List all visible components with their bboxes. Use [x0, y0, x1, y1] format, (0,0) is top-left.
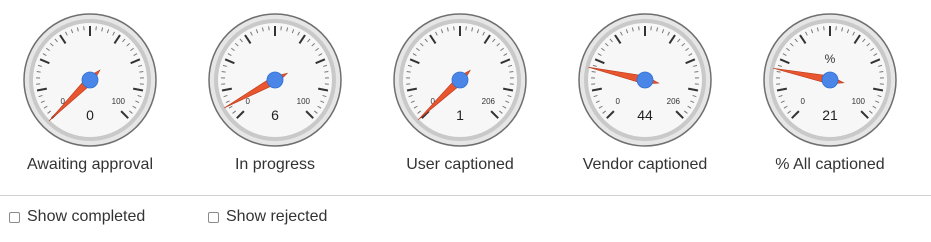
show-rejected-label: Show rejected	[226, 208, 328, 225]
checkbox-box[interactable]	[208, 211, 219, 223]
gauge-label: Vendor captioned	[582, 156, 708, 173]
minor-tick	[879, 71, 884, 73]
gauge-all-captioned: 0 100% 21 % All captioned	[750, 12, 910, 192]
gauge-user-captioned: 0 206 1 User captioned	[380, 12, 540, 192]
gauge-vendor-captioned: 0 206 44 Vendor captioned	[565, 12, 725, 192]
gauge-dial: 0 1000	[23, 13, 157, 147]
gauge-label: In progress	[234, 156, 316, 173]
gauge-label: User captioned	[406, 156, 514, 173]
gauge-hub	[266, 71, 284, 89]
gauge-label: Awaiting approval	[26, 156, 153, 173]
gauge-min-label: 0	[800, 97, 805, 106]
gauge-dial: 0 2061	[393, 13, 527, 147]
gauge-max-label: 100	[112, 97, 126, 106]
gauge-awaiting-approval: 0 100 0 Awaiting approval	[10, 12, 170, 192]
gauge-hub	[821, 71, 839, 89]
minor-tick	[36, 71, 41, 73]
gauge-hub	[636, 71, 654, 89]
gauge-hub	[81, 71, 99, 89]
gauge-min-label: 0	[245, 97, 250, 106]
gauges-row: 0 100 0 Awaiting approval 0 100 6 In progres…	[0, 0, 931, 195]
gauge-dial: 0 100 6	[208, 13, 342, 147]
show-completed-checkbox[interactable]: Show completed	[9, 208, 145, 226]
minor-tick	[509, 71, 514, 73]
gauge-max-label: 206	[482, 97, 496, 106]
gauge-value: 0	[86, 107, 94, 123]
gauge-min-label: 0	[615, 97, 620, 106]
divider	[0, 195, 931, 196]
checkbox-box[interactable]	[9, 211, 20, 223]
gauge-value: 44	[637, 107, 653, 123]
minor-tick	[221, 71, 226, 73]
gauge-value: 6	[271, 107, 279, 123]
gauge-dial: 0 100% 21	[763, 13, 897, 147]
gauge-max-label: 100	[852, 97, 866, 106]
gauge-label: % All captioned	[775, 156, 885, 173]
filter-options: Show completed Show rejected	[0, 208, 931, 236]
gauge-dial: 0 206 44	[578, 13, 712, 147]
gauge-in-progress: 0 100 6 In progress	[195, 12, 355, 192]
show-rejected-checkbox[interactable]: Show rejected	[208, 208, 327, 226]
minor-tick	[406, 71, 411, 73]
gauge-value: 1	[456, 107, 464, 123]
gauge-value: 21	[822, 107, 838, 123]
gauge-unit: %	[825, 52, 836, 66]
minor-tick	[139, 71, 144, 73]
minor-tick	[591, 71, 596, 73]
minor-tick	[324, 71, 329, 73]
gauge-hub	[451, 71, 469, 89]
gauge-max-label: 100	[297, 97, 311, 106]
minor-tick	[694, 71, 699, 73]
gauge-max-label: 206	[667, 97, 681, 106]
minor-tick	[776, 71, 781, 73]
show-completed-label: Show completed	[27, 208, 146, 225]
